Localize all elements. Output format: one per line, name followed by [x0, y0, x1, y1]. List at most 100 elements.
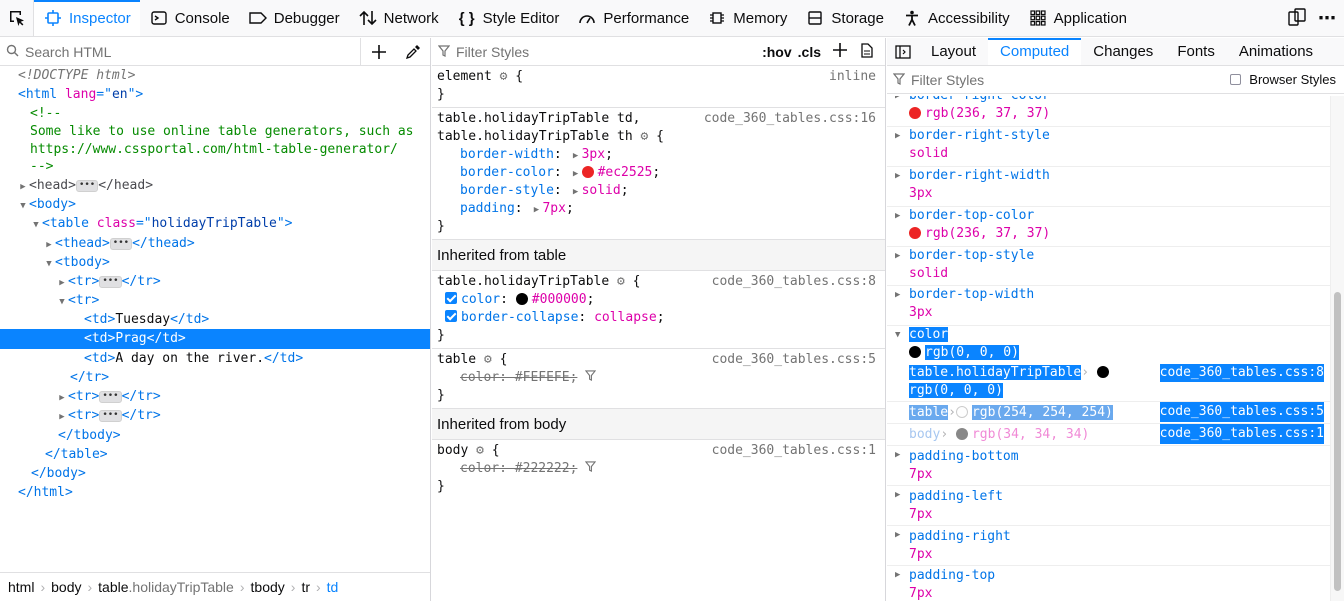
css-rule[interactable]: table ⚙ {code_360_tables.css:5 color: #F… [432, 349, 885, 409]
computed-property[interactable]: ▶ border-top-width 3px [887, 286, 1330, 326]
tab-animations[interactable]: Animations [1227, 38, 1325, 65]
computed-property[interactable]: ▶ padding-top 7px [887, 566, 1330, 601]
computed-property[interactable]: ▶ border-right-style solid [887, 127, 1330, 167]
element-rule[interactable]: element ⚙ {inline } [432, 66, 885, 108]
td-node-selected[interactable]: <td>Prag</td> [0, 329, 430, 349]
breadcrumb-item[interactable]: tr [301, 579, 310, 595]
tr-node[interactable]: ▶ <tr> ••• </tr> [0, 387, 430, 406]
expand-arrow-icon[interactable]: ▶ [56, 408, 68, 427]
gear-icon[interactable]: ⚙ [641, 129, 649, 144]
doctype-node[interactable]: <!DOCTYPE html> [0, 66, 430, 85]
declaration-overridden[interactable]: color: #222222; [437, 460, 880, 478]
collapsed-ellipsis-icon[interactable]: ••• [99, 409, 122, 422]
enable-checkbox[interactable] [445, 292, 457, 304]
eyedropper-icon[interactable] [396, 44, 430, 59]
html-node[interactable]: <html lang="en"> [0, 85, 430, 104]
matched-source-link[interactable]: code_360_tables.css:1 [1159, 424, 1324, 444]
head-node[interactable]: ▶ <head> ••• </head> [0, 176, 430, 195]
property-name[interactable]: border-style [460, 183, 554, 198]
declaration[interactable]: padding: ▶ 7px; [437, 200, 880, 218]
property-name[interactable]: border-collapse [461, 310, 578, 325]
dock-toggle-icon[interactable] [1288, 7, 1306, 29]
property-name[interactable]: padding [460, 201, 515, 216]
search-html-input[interactable]: Search HTML [25, 44, 360, 60]
declaration[interactable]: border-color: ▶ #ec2525; [437, 164, 880, 182]
add-node-icon[interactable] [360, 38, 396, 65]
expand-arrow-icon[interactable]: ▶ [895, 566, 900, 584]
css-rule[interactable]: body ⚙ {code_360_tables.css:1 color: #22… [432, 440, 885, 499]
declaration[interactable]: border-width: ▶ 3px; [437, 146, 880, 164]
matched-selector-overridden[interactable]: table› rgb(254, 254, 254) code_360_tables.… [887, 402, 1330, 424]
property-value[interactable]: #ec2525 [598, 165, 653, 180]
property-value[interactable]: 7px [542, 201, 565, 216]
hov-toggle[interactable]: :hov [762, 44, 792, 60]
expand-arrow-icon[interactable]: ▶ [895, 96, 900, 105]
filter-styles-input[interactable]: Filter Styles [456, 44, 762, 60]
table-node[interactable]: ▼ <table class="holidayTripTable"> [0, 214, 430, 233]
collapsed-ellipsis-icon[interactable]: ••• [75, 179, 99, 192]
comment-node[interactable]: Some like to use online table generators… [0, 122, 430, 141]
scrollbar-thumb[interactable] [1334, 292, 1341, 591]
body-node[interactable]: ▼ <body> [0, 195, 430, 214]
expand-arrow-icon[interactable]: ▶ [895, 247, 900, 265]
matched-selector[interactable]: table.holidayTripTable› code_360_tables.… [887, 364, 1330, 402]
expand-arrow-icon[interactable]: ▶ [895, 207, 900, 225]
tr-close-node[interactable]: </tr> [0, 368, 430, 387]
breadcrumb-item-selected[interactable]: td [327, 579, 339, 595]
css-rule[interactable]: table.holidayTripTable td, code_360_table… [432, 108, 885, 240]
tab-console[interactable]: Console [140, 0, 239, 36]
collapse-arrow-icon[interactable]: ▼ [895, 326, 900, 344]
tab-computed[interactable]: Computed [988, 38, 1082, 65]
expand-arrow-icon[interactable]: ▶ [570, 183, 582, 201]
td-node[interactable]: <td>A day on the river.</td> [0, 349, 430, 368]
computed-property[interactable]: ▶ border-top-style solid [887, 247, 1330, 286]
tab-accessibility[interactable]: Accessibility [893, 0, 1019, 36]
breadcrumb-item[interactable]: html [8, 579, 34, 595]
tr-node[interactable]: ▶ <tr> ••• </tr> [0, 406, 430, 425]
property-name[interactable]: color [461, 292, 500, 307]
expand-arrow-icon[interactable]: ▶ [570, 147, 582, 165]
tbody-close-node[interactable]: </tbody> [0, 426, 430, 445]
tab-changes[interactable]: Changes [1081, 38, 1165, 65]
expand-arrow-icon[interactable]: ▶ [895, 167, 900, 185]
filter-icon[interactable] [585, 461, 597, 476]
body-close-node[interactable]: </body> [0, 464, 430, 483]
table-close-node[interactable]: </table> [0, 445, 430, 464]
tab-storage[interactable]: Storage [796, 0, 893, 36]
property-value[interactable]: collapse [594, 310, 657, 325]
rule-source-link[interactable]: code_360_tables.css:1 [712, 442, 876, 460]
expand-arrow-icon[interactable]: ▶ [895, 127, 900, 145]
tab-application[interactable]: Application [1019, 0, 1136, 36]
filter-styles-input[interactable]: Filter Styles [911, 72, 1230, 88]
rule-source-link[interactable]: code_360_tables.css:16 [704, 110, 876, 128]
property-value[interactable]: 3px [582, 147, 605, 162]
tab-style-editor[interactable]: { } Style Editor [448, 0, 569, 36]
gear-icon[interactable]: ⚙ [500, 69, 508, 84]
filter-icon[interactable] [585, 370, 597, 385]
matched-source-link[interactable]: code_360_tables.css:5 [1159, 402, 1324, 422]
computed-property[interactable]: ▶ padding-left 7px [887, 486, 1330, 526]
collapsed-ellipsis-icon[interactable]: ••• [99, 390, 122, 403]
property-name[interactable]: border-color [460, 165, 554, 180]
html-close-node[interactable]: </html> [0, 483, 430, 502]
declaration[interactable]: border-collapse: collapse; [437, 309, 880, 327]
color-swatch[interactable] [581, 166, 594, 178]
comment-node[interactable]: --> [0, 157, 430, 176]
tr-node[interactable]: ▶ <tr> ••• </tr> [0, 272, 430, 291]
computed-property[interactable]: ▶ padding-bottom 7px [887, 446, 1330, 486]
tab-memory[interactable]: Memory [698, 0, 796, 36]
property-value[interactable]: #000000 [532, 292, 587, 307]
expand-arrow-icon[interactable]: ▶ [895, 446, 900, 464]
expand-arrow-icon[interactable]: ▶ [530, 201, 542, 219]
declaration[interactable]: border-style: ▶ solid; [437, 182, 880, 200]
collapse-arrow-icon[interactable]: ▼ [30, 216, 42, 235]
tr-node[interactable]: ▼ <tr> [0, 291, 430, 310]
expand-arrow-icon[interactable]: ▶ [570, 165, 582, 183]
toggle-sidebar-icon[interactable] [887, 38, 919, 65]
matched-source-link[interactable]: code_360_tables.css:8 [1159, 364, 1324, 382]
property-value[interactable]: solid [582, 183, 621, 198]
td-node[interactable]: <td>Tuesday</td> [0, 310, 430, 329]
gear-icon[interactable]: ⚙ [617, 274, 625, 289]
css-rule[interactable]: table.holidayTripTable ⚙ {code_360_table… [432, 271, 885, 349]
breadcrumb-item[interactable]: tbody [251, 579, 285, 595]
